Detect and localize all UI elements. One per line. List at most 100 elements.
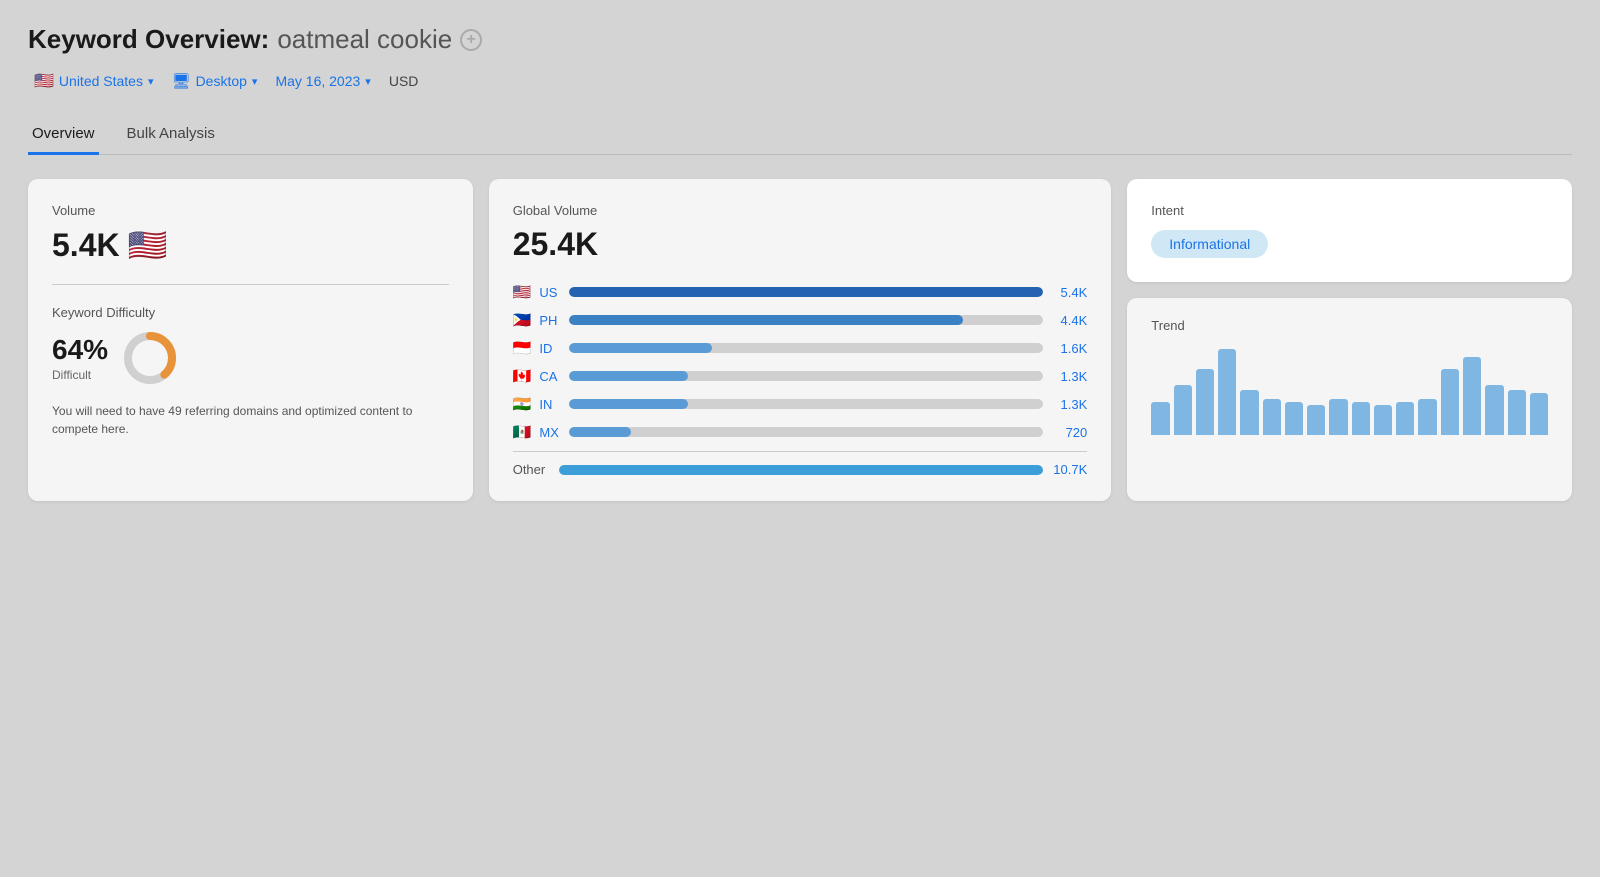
trend-bar [1441, 369, 1459, 435]
trend-bar [1396, 402, 1414, 435]
tabs: Overview Bulk Analysis [28, 115, 1572, 155]
page-title: Keyword Overview: oatmeal cookie + [28, 24, 1572, 55]
country-value: 720 [1051, 425, 1087, 440]
trend-bar [1463, 357, 1481, 435]
trend-bar [1530, 393, 1548, 435]
country-code: CA [539, 369, 561, 384]
volume-flag: 🇺🇸 [128, 226, 168, 264]
country-row: 🇺🇸 US 5.4K [513, 283, 1088, 301]
bar-fill [569, 371, 687, 381]
date-label: May 16, 2023 [275, 73, 360, 89]
tab-overview[interactable]: Overview [28, 115, 99, 155]
other-label: Other [513, 462, 551, 477]
volume-card: Volume 5.4K 🇺🇸 Keyword Difficulty 64% Di… [28, 179, 473, 501]
date-selector[interactable]: May 16, 2023 ▾ [269, 69, 376, 93]
bar-fill [569, 343, 711, 353]
country-flag: 🇵🇭 [513, 311, 532, 329]
kd-tag: Difficult [52, 368, 108, 382]
trend-bar [1218, 349, 1236, 435]
trend-bar [1151, 402, 1169, 435]
country-value: 1.3K [1051, 397, 1087, 412]
volume-label: Volume [52, 203, 449, 218]
country-code: IN [539, 397, 561, 412]
country-row: 🇲🇽 MX 720 [513, 423, 1088, 441]
country-code: PH [539, 313, 561, 328]
bar-track [569, 287, 1043, 297]
divider [52, 284, 449, 285]
trend-bar [1174, 385, 1192, 435]
intent-badge: Informational [1151, 230, 1268, 258]
device-icon: 🖥 [172, 72, 191, 90]
country-flag: 🇺🇸 [513, 283, 532, 301]
country-code: MX [539, 425, 561, 440]
country-row: 🇮🇩 ID 1.6K [513, 339, 1088, 357]
currency-label: USD [383, 69, 425, 93]
trend-bar [1374, 405, 1392, 435]
trend-bars [1151, 345, 1548, 435]
trend-bar [1285, 402, 1303, 435]
trend-card: Trend [1127, 298, 1572, 501]
country-rows: 🇺🇸 US 5.4K 🇵🇭 PH 4.4K 🇮🇩 ID 1.6K 🇨🇦 CA [513, 283, 1088, 441]
country-row: 🇵🇭 PH 4.4K [513, 311, 1088, 329]
global-volume-value: 25.4K [513, 226, 1088, 263]
country-code: US [539, 285, 561, 300]
intent-label: Intent [1151, 203, 1548, 218]
volume-value: 5.4K 🇺🇸 [52, 226, 449, 264]
country-divider [513, 451, 1088, 452]
other-bar-track [559, 465, 1044, 475]
trend-label: Trend [1151, 318, 1548, 333]
date-chevron-icon: ▾ [365, 75, 371, 88]
trend-bar [1307, 405, 1325, 435]
title-keyword: oatmeal cookie [277, 24, 452, 55]
country-value: 5.4K [1051, 285, 1087, 300]
toolbar: 🇺🇸 United States ▾ 🖥 Desktop ▾ May 16, 2… [28, 67, 1572, 95]
right-column: Intent Informational Trend [1127, 179, 1572, 501]
bar-fill [569, 315, 962, 325]
device-label: Desktop [196, 73, 247, 89]
bar-track [569, 399, 1043, 409]
trend-bar [1196, 369, 1214, 435]
trend-bar [1240, 390, 1258, 435]
country-value: 1.6K [1051, 341, 1087, 356]
country-value: 4.4K [1051, 313, 1087, 328]
country-flag: 🇮🇩 [513, 339, 532, 357]
page-header: Keyword Overview: oatmeal cookie + 🇺🇸 Un… [28, 24, 1572, 95]
country-flag: 🇮🇳 [513, 395, 532, 413]
device-chevron-icon: ▾ [252, 75, 258, 88]
cards-grid: Volume 5.4K 🇺🇸 Keyword Difficulty 64% Di… [28, 179, 1572, 501]
bar-fill [569, 399, 687, 409]
country-row: 🇮🇳 IN 1.3K [513, 395, 1088, 413]
global-volume-card: Global Volume 25.4K 🇺🇸 US 5.4K 🇵🇭 PH 4.4… [489, 179, 1112, 501]
country-value: 1.3K [1051, 369, 1087, 384]
trend-bar [1508, 390, 1526, 435]
kd-description: You will need to have 49 referring domai… [52, 402, 449, 438]
country-chevron-icon: ▾ [148, 75, 154, 88]
country-flag: 🇺🇸 [34, 71, 54, 91]
device-selector[interactable]: 🖥 Desktop ▾ [166, 68, 264, 94]
trend-bar [1329, 399, 1347, 435]
add-keyword-icon[interactable]: + [460, 29, 482, 51]
bar-track [569, 315, 1043, 325]
trend-bar [1263, 399, 1281, 435]
country-row: 🇨🇦 CA 1.3K [513, 367, 1088, 385]
global-volume-label: Global Volume [513, 203, 1088, 218]
trend-bar [1485, 385, 1503, 435]
intent-card: Intent Informational [1127, 179, 1572, 282]
title-prefix: Keyword Overview: [28, 24, 269, 55]
bar-track [569, 427, 1043, 437]
kd-value-row: 64% Difficult [52, 330, 449, 386]
kd-value-group: 64% Difficult [52, 334, 108, 382]
other-bar-fill [559, 465, 1044, 475]
kd-label: Keyword Difficulty [52, 305, 449, 320]
bar-fill [569, 287, 1043, 297]
kd-donut-chart [122, 330, 178, 386]
trend-bar [1352, 402, 1370, 435]
tab-bulk-analysis[interactable]: Bulk Analysis [123, 115, 219, 155]
bar-fill [569, 427, 631, 437]
country-code: ID [539, 341, 561, 356]
kd-value: 64% [52, 334, 108, 366]
country-label: United States [59, 73, 143, 89]
country-flag: 🇲🇽 [513, 423, 532, 441]
country-selector[interactable]: 🇺🇸 United States ▾ [28, 67, 160, 95]
country-flag: 🇨🇦 [513, 367, 532, 385]
